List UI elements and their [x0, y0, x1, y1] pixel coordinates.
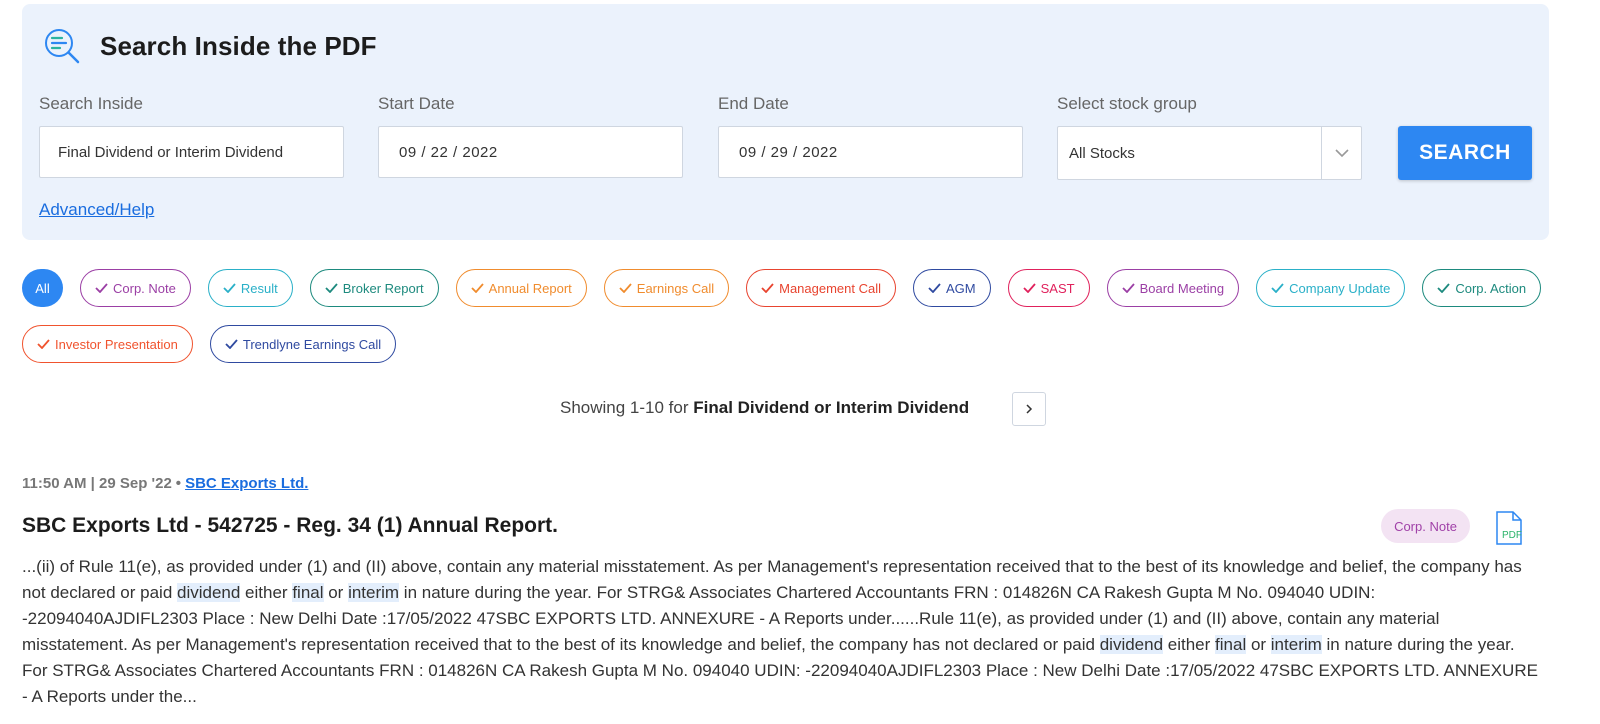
highlighted-term: final	[292, 583, 324, 602]
filter-chip-label: AGM	[946, 280, 976, 296]
start-date-label: Start Date	[378, 94, 455, 113]
results-query: Final Dividend or Interim Dividend	[693, 398, 970, 417]
filter-chip[interactable]: Investor Presentation	[22, 325, 193, 363]
filter-chip[interactable]: Company Update	[1256, 269, 1406, 307]
filter-chip-label: Annual Report	[488, 280, 572, 296]
start-date-field: Start Date 09 / 22 / 2022	[378, 94, 683, 178]
filter-chip-group: Corp. Note Result Broker Report Annual Repo…	[80, 269, 1558, 307]
filter-chip[interactable]: Annual Report	[455, 269, 587, 307]
chevron-down-icon	[1334, 148, 1349, 157]
search-input[interactable]: Final Dividend or Interim Dividend	[39, 126, 344, 178]
end-date-label: End Date	[718, 94, 789, 113]
document-search-icon	[45, 29, 80, 64]
filter-chip-label: Earnings Call	[636, 280, 715, 296]
check-icon	[1022, 283, 1036, 293]
company-link[interactable]: SBC Exports Ltd.	[185, 475, 308, 492]
snippet-text: either	[1163, 635, 1216, 654]
filter-chip[interactable]: Earnings Call	[603, 269, 730, 307]
stock-group-value: All Stocks	[1069, 144, 1135, 162]
stock-group-select[interactable]: All Stocks	[1057, 126, 1362, 180]
search-button[interactable]: SEARCH	[1398, 126, 1532, 180]
check-icon	[325, 283, 338, 293]
search-panel: Search Inside the PDF Search Inside Fina…	[22, 4, 1549, 240]
filter-chip-label: Corp. Note	[113, 280, 176, 296]
highlighted-term: dividend	[1099, 635, 1164, 654]
filter-chip[interactable]: Trendlyne Earnings Call	[209, 325, 397, 363]
filter-chip[interactable]: Broker Report	[309, 269, 439, 307]
filter-all-chip[interactable]: All	[22, 269, 63, 307]
stock-group-field: Select stock group All Stocks	[1057, 94, 1362, 180]
snippet-text: or	[1246, 635, 1271, 654]
search-inside-label: Search Inside	[39, 94, 143, 113]
next-page-button[interactable]	[1012, 392, 1046, 426]
filter-chip-label: Result	[240, 280, 278, 296]
filter-row-1: All Corp. Note Result Broker Report Annual …	[22, 269, 1558, 307]
result-time: 11:50 AM | 29 Sep '22	[22, 475, 172, 492]
filter-chip[interactable]: SAST	[1007, 269, 1090, 307]
filter-chip[interactable]: Corp. Action	[1422, 269, 1542, 307]
chevron-right-icon	[1026, 404, 1033, 414]
svg-text:PDF: PDF	[1502, 530, 1522, 541]
check-icon	[95, 283, 108, 293]
check-icon	[223, 283, 236, 293]
check-icon	[1271, 283, 1284, 293]
highlighted-term: interim	[348, 583, 400, 602]
check-icon	[619, 283, 632, 293]
panel-header: Search Inside the PDF	[42, 26, 377, 66]
filter-chip[interactable]: Management Call	[746, 269, 896, 307]
stock-group-label: Select stock group	[1057, 94, 1197, 113]
result-tag[interactable]: Corp. Note	[1381, 509, 1470, 543]
filter-chip-group: Investor Presentation Trendlyne Earnings …	[22, 325, 413, 363]
check-icon	[1121, 283, 1135, 293]
pdf-file-icon[interactable]: PDF	[1493, 511, 1525, 545]
filter-chip-label: Management Call	[779, 280, 881, 296]
page-title: Search Inside the PDF	[100, 30, 377, 61]
filter-chip-label: Board Meeting	[1139, 280, 1225, 296]
filter-chip[interactable]: AGM	[913, 269, 991, 307]
highlighted-term: dividend	[177, 583, 241, 602]
search-inside-field: Search Inside Final Dividend or Interim …	[39, 94, 344, 178]
filter-chip[interactable]: Result	[207, 269, 293, 307]
filter-chip-label: Company Update	[1289, 280, 1391, 296]
check-icon	[225, 339, 238, 349]
results-summary: Showing 1-10 for Final Dividend or Inter…	[560, 398, 969, 418]
highlighted-term: interim	[1270, 635, 1322, 654]
check-icon	[1437, 283, 1451, 293]
filter-chip[interactable]: Board Meeting	[1106, 269, 1240, 307]
snippet-text: or	[323, 583, 349, 602]
dropdown-toggle[interactable]	[1321, 127, 1361, 179]
filter-row-2: Investor Presentation Trendlyne Earnings …	[22, 325, 413, 363]
result-snippet: ...(ii) of Rule 11(e), as provided under…	[22, 554, 1542, 710]
end-date-field: End Date 09 / 29 / 2022	[718, 94, 1023, 178]
filter-chip-label: Broker Report	[342, 280, 424, 296]
filter-chip-label: Corp. Action	[1455, 280, 1527, 296]
start-date-input[interactable]: 09 / 22 / 2022	[378, 126, 683, 178]
check-icon	[928, 283, 941, 293]
result-meta: 11:50 AM | 29 Sep '22 • SBC Exports Ltd.	[22, 475, 308, 492]
filter-chip-label: Investor Presentation	[55, 336, 178, 352]
separator-dot: •	[175, 475, 182, 492]
advanced-help-link[interactable]: Advanced/Help	[39, 200, 154, 220]
results-summary-prefix: Showing 1-10 for	[560, 398, 689, 417]
end-date-input[interactable]: 09 / 29 / 2022	[718, 126, 1023, 178]
check-icon	[471, 283, 484, 293]
result-title[interactable]: SBC Exports Ltd - 542725 - Reg. 34 (1) A…	[22, 514, 558, 538]
filter-chip[interactable]: Corp. Note	[80, 269, 191, 307]
highlighted-term: final	[1215, 635, 1247, 654]
snippet-text: either	[240, 583, 293, 602]
check-icon	[37, 339, 50, 349]
check-icon	[761, 283, 774, 293]
filter-chip-label: Trendlyne Earnings Call	[242, 336, 382, 352]
filter-chip-label: SAST	[1040, 280, 1075, 296]
